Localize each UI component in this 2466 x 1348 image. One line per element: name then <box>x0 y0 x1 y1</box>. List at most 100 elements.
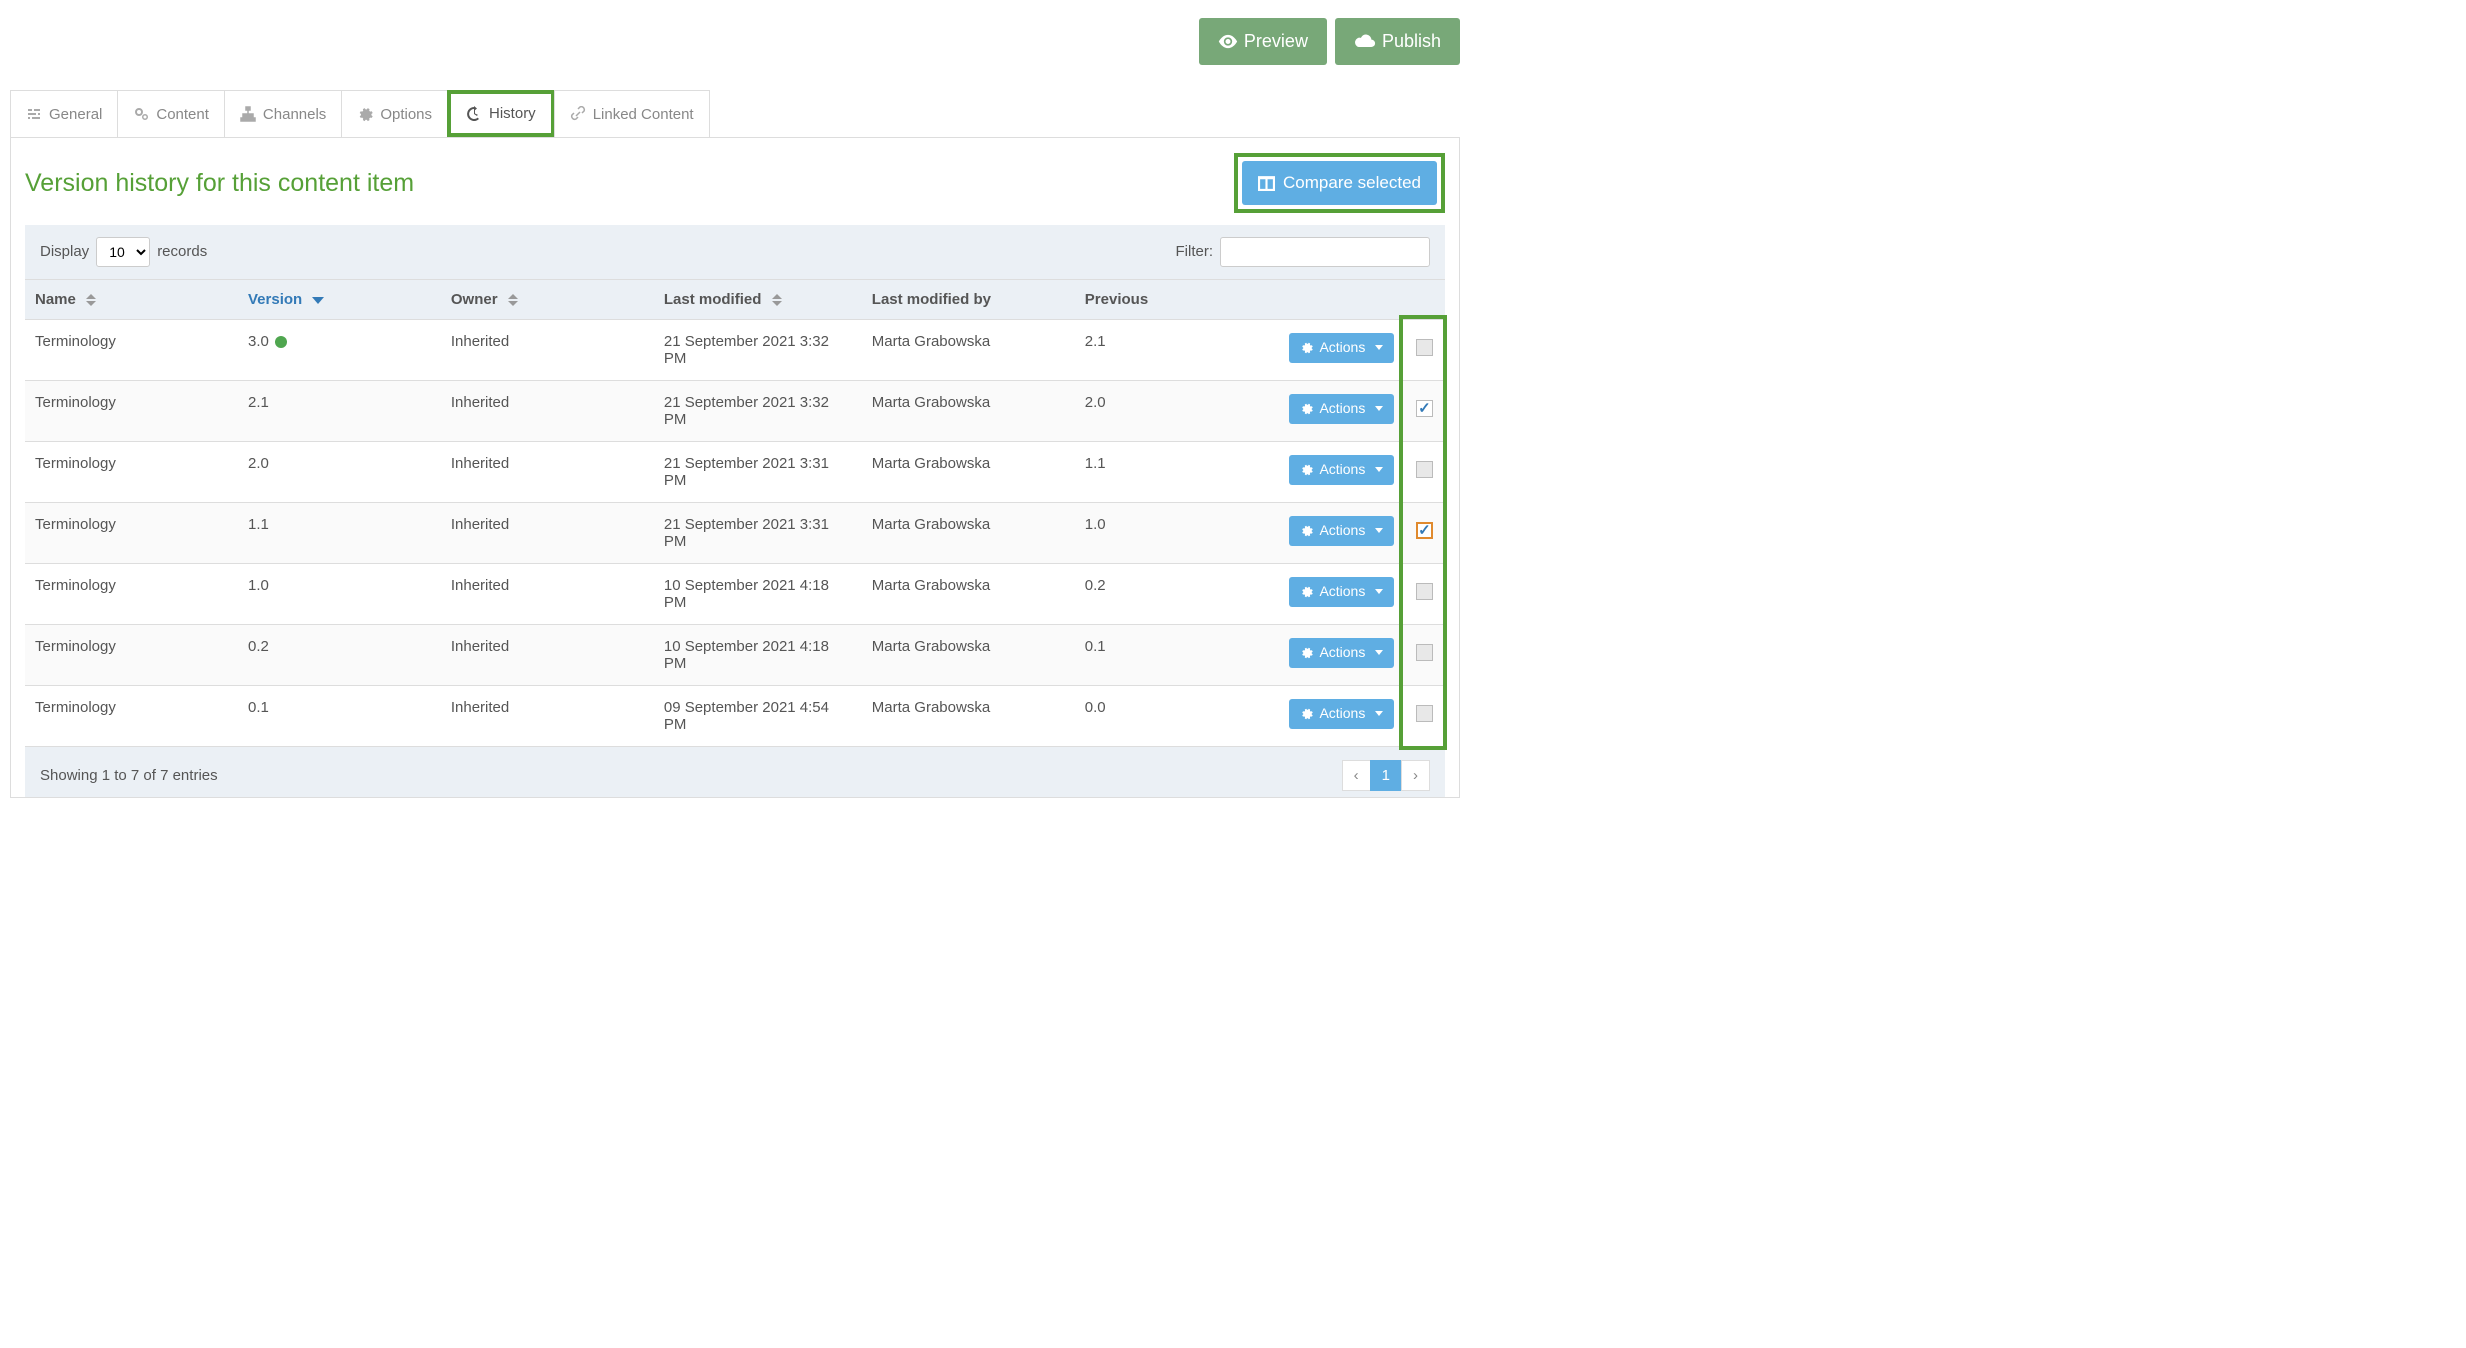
cell-last-modified: 09 September 2021 4:54 PM <box>654 685 862 746</box>
cell-last-modified-by: Marta Grabowska <box>862 624 1075 685</box>
gears-icon <box>133 106 149 122</box>
caret-down-icon <box>1375 589 1383 594</box>
cell-last-modified: 21 September 2021 3:31 PM <box>654 441 862 502</box>
cell-version: 1.1 <box>238 502 441 563</box>
tab-channels[interactable]: Channels <box>224 90 342 137</box>
tab-history[interactable]: History <box>447 90 555 137</box>
cell-owner: Inherited <box>441 380 654 441</box>
cell-owner: Inherited <box>441 502 654 563</box>
cell-version: 0.1 <box>238 685 441 746</box>
cell-version: 0.2 <box>238 624 441 685</box>
link-icon <box>570 106 586 122</box>
publish-label: Publish <box>1382 29 1441 54</box>
gear-icon <box>1300 646 1313 659</box>
tab-general-label: General <box>49 106 102 123</box>
cell-previous: 0.2 <box>1075 563 1278 624</box>
actions-button[interactable]: Actions <box>1289 516 1394 546</box>
cell-last-modified-by: Marta Grabowska <box>862 319 1075 380</box>
row-select-checkbox[interactable] <box>1416 644 1433 661</box>
preview-button[interactable]: Preview <box>1199 18 1327 65</box>
cell-name: Terminology <box>25 563 238 624</box>
gear-icon <box>1300 402 1313 415</box>
tab-history-label: History <box>489 105 536 122</box>
cell-previous: 1.0 <box>1075 502 1278 563</box>
actions-button[interactable]: Actions <box>1289 455 1394 485</box>
cell-owner: Inherited <box>441 624 654 685</box>
col-header-last-modified-by[interactable]: Last modified by <box>862 279 1075 319</box>
filter-input[interactable] <box>1220 237 1430 267</box>
tab-options[interactable]: Options <box>341 90 448 137</box>
row-select-checkbox[interactable] <box>1416 461 1433 478</box>
tab-linked-label: Linked Content <box>593 106 694 123</box>
cell-last-modified-by: Marta Grabowska <box>862 685 1075 746</box>
cell-actions: Actions <box>1278 441 1405 502</box>
cell-previous: 0.0 <box>1075 685 1278 746</box>
caret-down-icon <box>1375 467 1383 472</box>
table-row: Terminology1.1Inherited21 September 2021… <box>25 502 1445 563</box>
col-header-checkbox <box>1404 279 1445 319</box>
caret-down-icon <box>1375 345 1383 350</box>
cell-last-modified: 10 September 2021 4:18 PM <box>654 563 862 624</box>
sort-icon <box>772 294 782 306</box>
actions-button[interactable]: Actions <box>1289 699 1394 729</box>
actions-button[interactable]: Actions <box>1289 333 1394 363</box>
col-header-previous[interactable]: Previous <box>1075 279 1278 319</box>
page-next-button[interactable]: › <box>1401 760 1430 791</box>
history-panel: Version history for this content item Co… <box>10 138 1460 798</box>
tab-content[interactable]: Content <box>117 90 225 137</box>
publish-button[interactable]: Publish <box>1335 18 1460 65</box>
cell-checkbox <box>1404 624 1445 685</box>
actions-button[interactable]: Actions <box>1289 638 1394 668</box>
cell-version: 3.0 <box>238 319 441 380</box>
cell-last-modified-by: Marta Grabowska <box>862 380 1075 441</box>
tab-linked-content[interactable]: Linked Content <box>554 90 710 137</box>
cell-actions: Actions <box>1278 319 1405 380</box>
cell-name: Terminology <box>25 502 238 563</box>
sitemap-icon <box>240 106 256 122</box>
compare-selected-button[interactable]: Compare selected <box>1242 161 1437 205</box>
col-header-last-modified[interactable]: Last modified <box>654 279 862 319</box>
col-header-version[interactable]: Version <box>238 279 441 319</box>
eye-icon <box>1218 33 1238 50</box>
cell-checkbox <box>1404 441 1445 502</box>
row-select-checkbox[interactable] <box>1416 583 1433 600</box>
records-label: records <box>157 243 207 260</box>
compare-label: Compare selected <box>1283 171 1421 195</box>
sort-icon <box>508 294 518 306</box>
table-row: Terminology2.0Inherited21 September 2021… <box>25 441 1445 502</box>
page-1-button[interactable]: 1 <box>1370 760 1402 791</box>
cell-owner: Inherited <box>441 319 654 380</box>
cell-actions: Actions <box>1278 685 1405 746</box>
row-select-checkbox[interactable] <box>1416 705 1433 722</box>
sort-desc-icon <box>312 297 324 304</box>
cell-checkbox <box>1404 502 1445 563</box>
history-icon <box>466 106 482 122</box>
col-header-owner[interactable]: Owner <box>441 279 654 319</box>
tab-general[interactable]: General <box>10 90 118 137</box>
cell-owner: Inherited <box>441 685 654 746</box>
filter-label: Filter: <box>1176 243 1214 260</box>
cell-actions: Actions <box>1278 380 1405 441</box>
cell-last-modified-by: Marta Grabowska <box>862 502 1075 563</box>
cell-previous: 1.1 <box>1075 441 1278 502</box>
display-select[interactable]: 10 <box>96 237 150 267</box>
compare-highlight: Compare selected <box>1234 153 1445 213</box>
page-title: Version history for this content item <box>25 169 414 198</box>
col-header-name[interactable]: Name <box>25 279 238 319</box>
cell-version: 2.0 <box>238 441 441 502</box>
row-select-checkbox[interactable] <box>1416 339 1433 356</box>
columns-icon <box>1258 176 1275 191</box>
cloud-icon <box>1354 33 1376 50</box>
page-prev-button[interactable]: ‹ <box>1342 760 1371 791</box>
gear-icon <box>1300 707 1313 720</box>
cell-checkbox <box>1404 319 1445 380</box>
cell-name: Terminology <box>25 441 238 502</box>
cell-last-modified: 21 September 2021 3:32 PM <box>654 319 862 380</box>
row-select-checkbox[interactable] <box>1416 522 1433 539</box>
entries-summary: Showing 1 to 7 of 7 entries <box>40 767 218 784</box>
actions-button[interactable]: Actions <box>1289 394 1394 424</box>
caret-down-icon <box>1375 406 1383 411</box>
actions-button[interactable]: Actions <box>1289 577 1394 607</box>
row-select-checkbox[interactable] <box>1416 400 1433 417</box>
caret-down-icon <box>1375 711 1383 716</box>
